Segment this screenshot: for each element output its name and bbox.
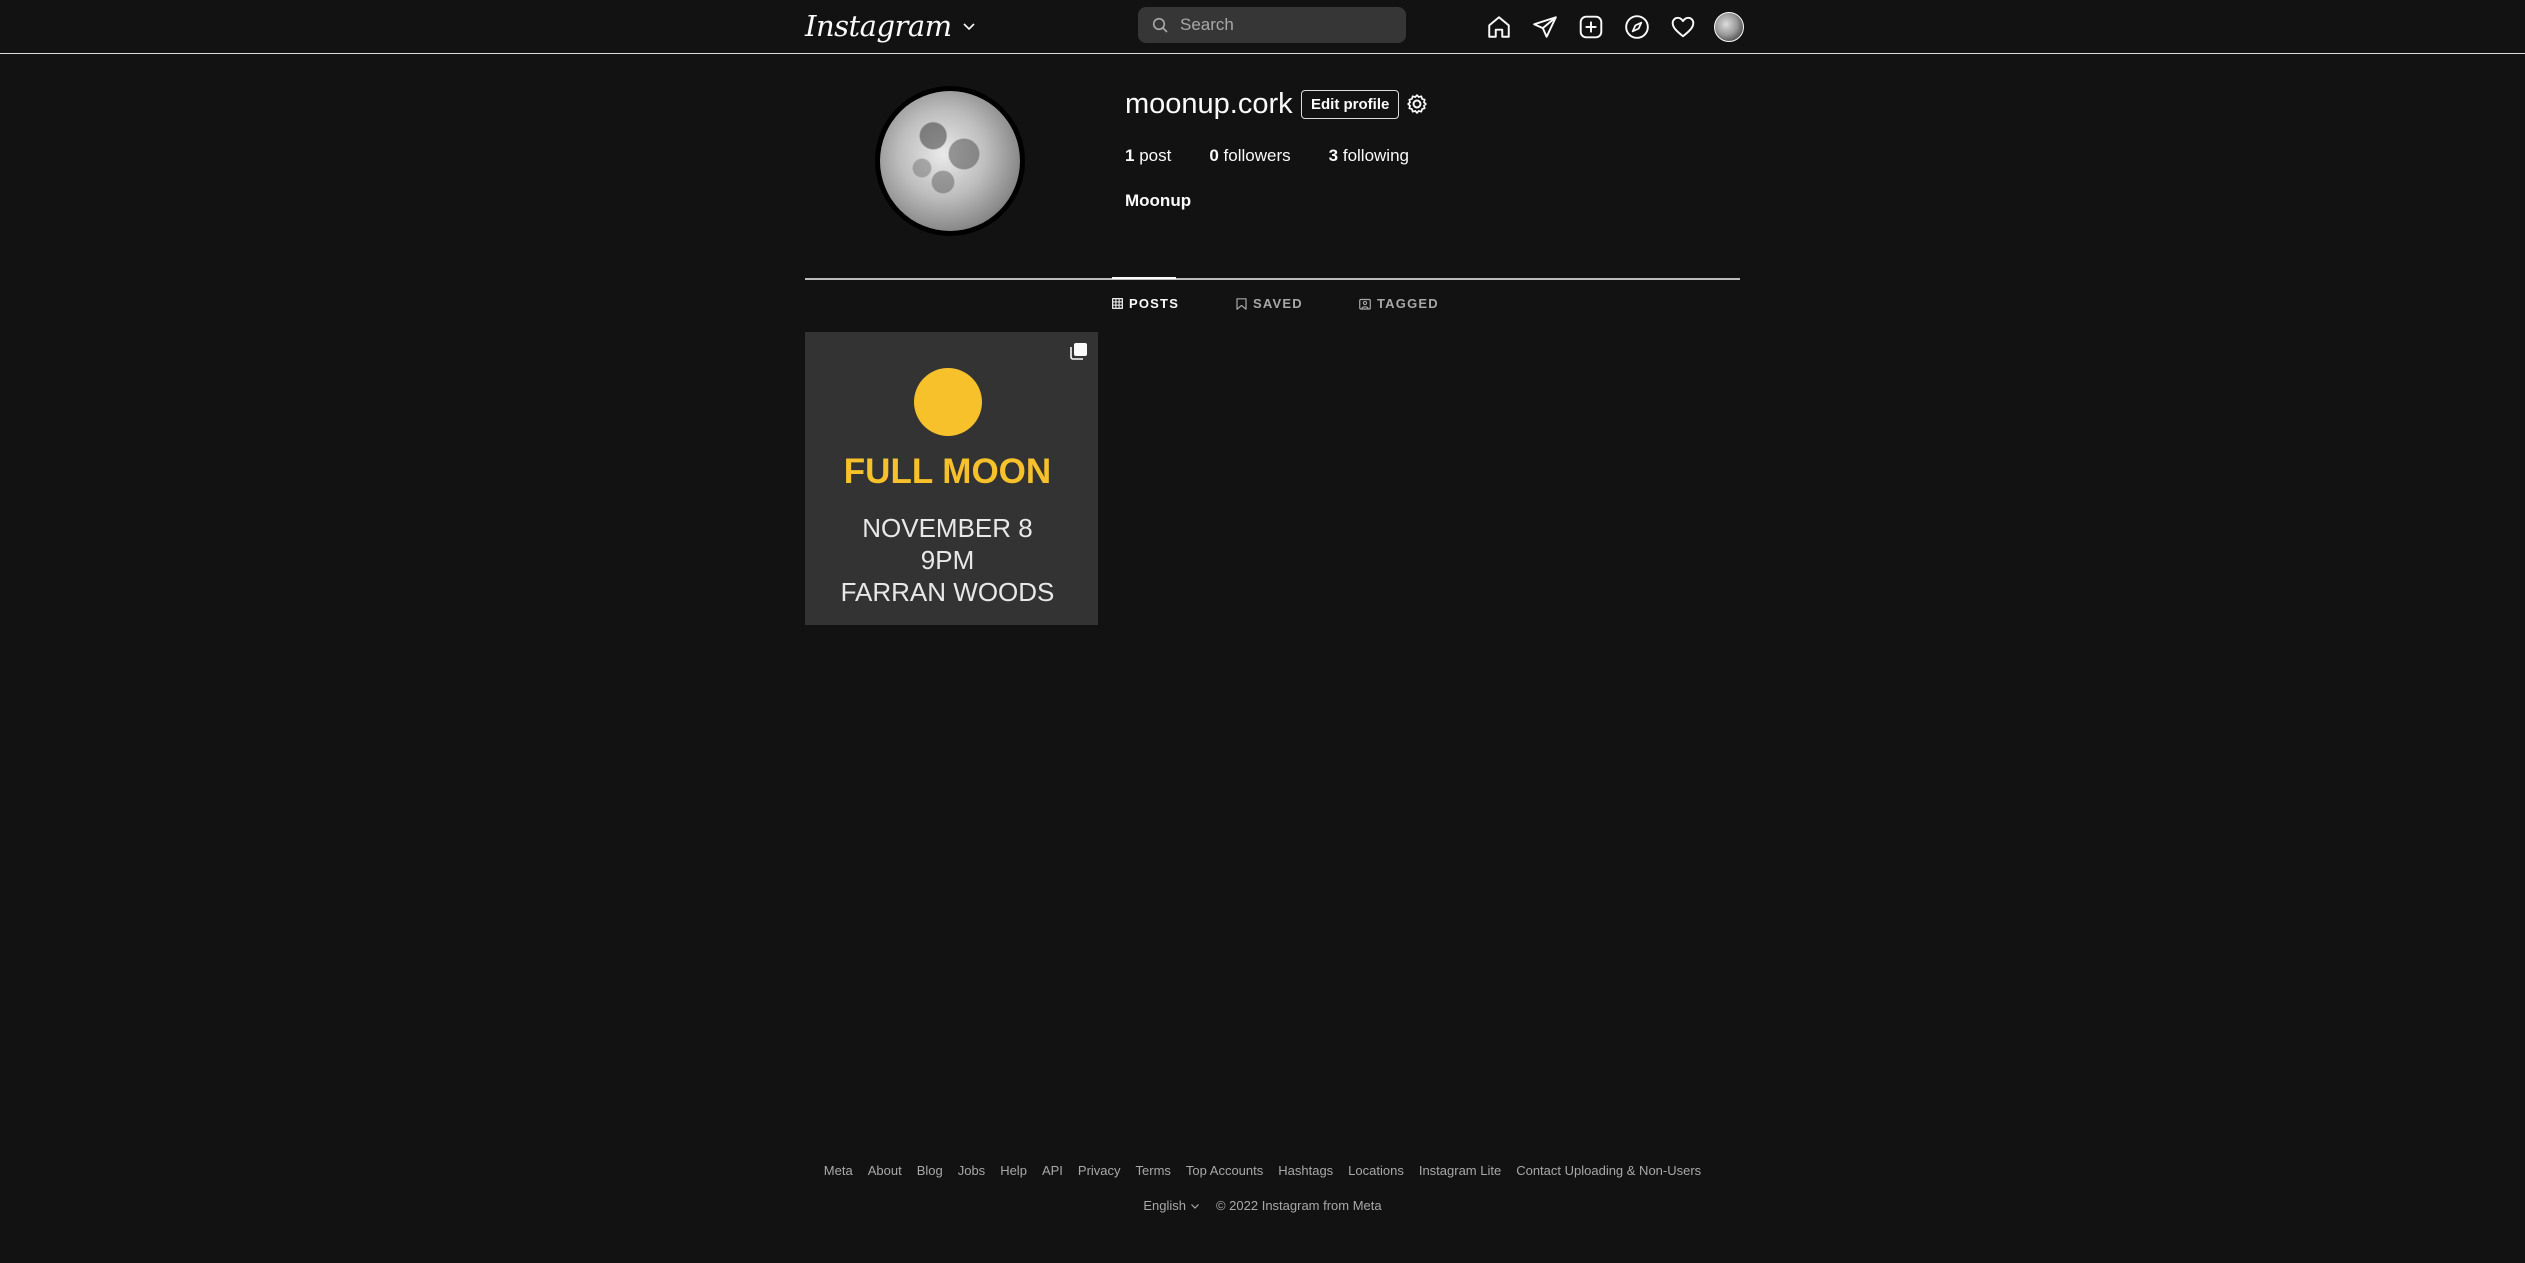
posts-count: 1 post — [1125, 146, 1171, 166]
tab-posts[interactable]: POSTS — [1112, 296, 1179, 311]
tagged-icon — [1359, 298, 1371, 310]
logo-text: Instagram — [805, 9, 952, 43]
explore-icon[interactable] — [1621, 11, 1653, 43]
post-date: NOVEMBER 8 — [862, 513, 1033, 543]
post-tile[interactable]: FULL MOON NOVEMBER 8 9PM FARRAN WOODS — [805, 332, 1098, 625]
tab-tagged-label: TAGGED — [1377, 296, 1439, 311]
post-details: NOVEMBER 8 9PM FARRAN WOODS — [805, 512, 1090, 608]
nav-icons — [1483, 11, 1745, 43]
posts-count-label: post — [1139, 146, 1172, 165]
footer-link[interactable]: Terms — [1136, 1163, 1171, 1178]
footer-link[interactable]: API — [1042, 1163, 1063, 1178]
profile-username: moonup.cork — [1125, 88, 1293, 120]
tab-posts-label: POSTS — [1129, 296, 1180, 311]
profile-avatar[interactable] — [1713, 11, 1745, 43]
search-box[interactable] — [1138, 7, 1406, 43]
activity-heart-icon[interactable] — [1667, 11, 1699, 43]
direct-messages-icon[interactable] — [1529, 11, 1561, 43]
post-time: 9PM — [920, 545, 975, 575]
copyright: © 2022 Instagram from Meta — [1215, 1198, 1382, 1213]
moon-avatar-image — [880, 91, 1020, 231]
post-location: FARRAN WOODS — [840, 577, 1055, 607]
followers-label: followers — [1223, 146, 1291, 165]
tabs-divider — [805, 278, 1740, 280]
profile-stats: 1 post 0 followers 3 following — [1125, 146, 1447, 166]
avatar — [1714, 12, 1744, 42]
following-count-value: 3 — [1328, 146, 1339, 165]
following-label: following — [1342, 146, 1409, 165]
followers-count-value: 0 — [1209, 146, 1219, 165]
profile-picture[interactable] — [875, 86, 1025, 236]
search-icon — [1152, 17, 1168, 33]
following-link[interactable]: 3 following — [1329, 146, 1409, 166]
footer-link[interactable]: About — [868, 1163, 902, 1178]
footer-link[interactable]: Jobs — [958, 1163, 985, 1178]
followers-link[interactable]: 0 followers — [1209, 146, 1290, 166]
footer-link[interactable]: Hashtags — [1278, 1163, 1333, 1178]
home-icon[interactable] — [1483, 11, 1515, 43]
footer-link[interactable]: Locations — [1348, 1163, 1404, 1178]
search-input[interactable] — [1178, 14, 1392, 36]
edit-profile-button[interactable]: Edit profile — [1301, 90, 1400, 119]
posts-count-value: 1 — [1125, 146, 1135, 165]
tab-saved-label: SAVED — [1253, 296, 1303, 311]
yellow-moon-circle — [914, 368, 982, 436]
bookmark-icon — [1236, 297, 1247, 310]
footer-link[interactable]: Contact Uploading & Non-Users — [1516, 1163, 1701, 1178]
footer-link[interactable]: Help — [1000, 1163, 1027, 1178]
footer-bottom: English © 2022 Instagram from Meta — [0, 1198, 2525, 1213]
chevron-down-icon[interactable] — [962, 19, 976, 33]
top-navigation-bar: Instagram — [0, 0, 2525, 54]
footer-link[interactable]: Privacy — [1078, 1163, 1121, 1178]
grid-icon — [1112, 298, 1123, 309]
footer-link[interactable]: Instagram Lite — [1419, 1163, 1501, 1178]
language-label: English — [1143, 1198, 1186, 1213]
footer-link[interactable]: Blog — [917, 1163, 943, 1178]
profile-full-name: Moonup — [1125, 191, 1192, 210]
footer-link[interactable]: Meta — [824, 1163, 853, 1178]
tab-saved[interactable]: SAVED — [1236, 296, 1303, 311]
carousel-multiple-icon — [1070, 343, 1087, 360]
footer-links: Meta About Blog Jobs Help API Privacy Te… — [0, 1163, 2525, 1178]
post-title: FULL MOON — [843, 452, 1052, 491]
tab-tagged[interactable]: TAGGED — [1359, 296, 1439, 311]
language-selector[interactable]: English — [1143, 1198, 1200, 1213]
settings-gear-icon[interactable] — [1404, 91, 1430, 122]
chevron-down-icon — [1191, 1203, 1199, 1209]
footer-link[interactable]: Top Accounts — [1186, 1163, 1263, 1178]
instagram-logo[interactable]: Instagram — [805, 8, 976, 44]
active-tab-indicator — [1112, 277, 1176, 279]
new-post-icon[interactable] — [1575, 11, 1607, 43]
